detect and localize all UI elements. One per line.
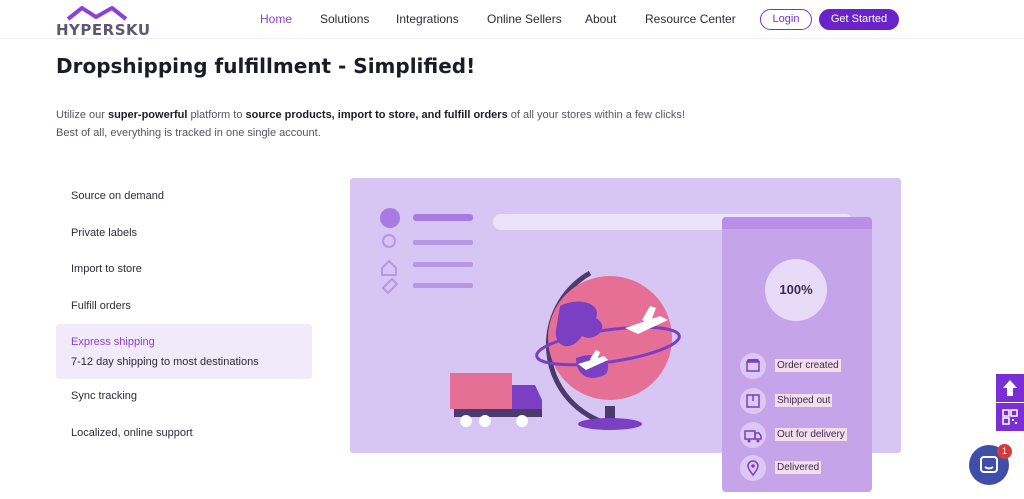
feature-label: Source on demand [71,190,164,202]
logo-roof-icon [66,6,128,21]
feature-source-on-demand[interactable]: Source on demand [56,190,312,202]
feature-import-to-store[interactable]: Import to store [56,263,312,275]
feature-label: Express shipping [71,336,155,348]
feature-label: Fulfill orders [71,300,131,312]
intro-bold-1: super-powerful [107,109,188,121]
intro-bold-2: source products, import to store, and fu… [245,109,508,121]
tracking-card: 100% Order created Shipped out Out for d… [722,217,872,492]
feature-localized-support[interactable]: Localized, online support [56,427,312,439]
globe-base [578,418,642,430]
nav-integrations[interactable]: Integrations [396,12,459,26]
nav-online-sellers[interactable]: Online Sellers [487,12,562,26]
home-icon [381,259,397,276]
truck-icon [740,422,766,448]
truck-wheel [479,415,491,427]
feature-description: 7-12 day shipping to most destinations [71,356,259,368]
progress-value: 100% [779,282,813,297]
get-started-button[interactable]: Get Started [819,9,899,30]
feature-label: Private labels [71,227,138,239]
feature-sync-tracking[interactable]: Sync tracking [56,390,312,402]
feature-fulfill-orders[interactable]: Fulfill orders [56,300,312,312]
top-navigation-bar: HYPERSKU Home Solutions Integrations Onl… [0,0,1024,39]
scroll-to-top-button[interactable] [996,374,1024,402]
nav-solutions[interactable]: Solutions [320,12,369,26]
status-label: Order created [775,359,841,372]
progress-circle: 100% [765,259,827,321]
chat-notification-badge: 1 [997,444,1012,459]
qr-code-button[interactable] [996,403,1024,431]
truck-wheel [460,415,472,427]
intro-text-2: platform to [187,109,246,121]
nav-home[interactable]: Home [260,12,292,26]
page-title: Dropshipping fulfillment - Simplified! [56,54,476,78]
intro-paragraph: Utilize our super-powerful platform to s… [56,106,696,142]
status-label: Delivered [775,461,822,474]
feature-label: Sync tracking [71,390,138,402]
status-label: Shipped out [775,394,833,407]
nav-about[interactable]: About [585,12,616,26]
location-pin-icon [740,455,766,481]
nav-resource-center[interactable]: Resource Center [645,12,736,26]
hypersku-logo[interactable]: HYPERSKU [56,5,150,39]
avatar-dot [380,208,400,228]
truck-wheel [516,415,528,427]
store-icon [740,353,766,379]
intro-text-1: Utilize our [56,109,108,121]
logo-wordmark: HYPERSKU [56,21,151,39]
status-label: Out for delivery [775,428,847,441]
qr-code-icon [1002,409,1018,425]
tag-icon [381,277,399,295]
arrow-up-icon [1003,380,1017,396]
truck-cargo [450,373,512,409]
package-icon [740,388,766,414]
feature-express-shipping[interactable]: Express shipping 7-12 day shipping to mo… [56,324,312,379]
feature-label: Import to store [71,263,142,275]
login-button[interactable]: Login [760,9,812,30]
feature-private-labels[interactable]: Private labels [56,227,312,239]
search-icon [382,234,396,248]
feature-label: Localized, online support [71,427,193,439]
